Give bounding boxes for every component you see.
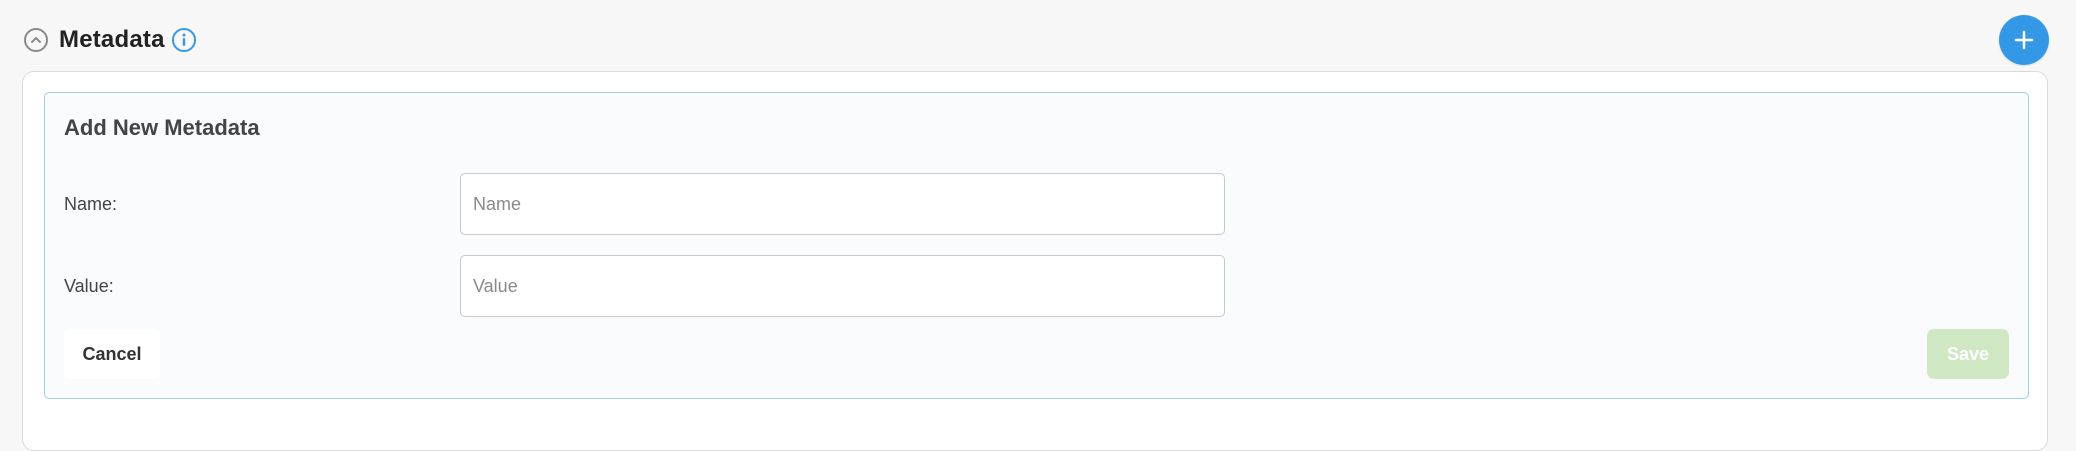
add-metadata-button[interactable] [1999, 15, 2049, 65]
value-label: Value: [64, 276, 114, 296]
section-title: Metadata [59, 26, 165, 53]
cancel-button[interactable]: Cancel [64, 329, 160, 379]
chevron-up-icon [29, 33, 43, 47]
form-title: Add New Metadata [64, 115, 260, 140]
value-input[interactable] [460, 255, 1225, 317]
name-label: Name: [64, 194, 118, 214]
section-header: Metadata [24, 24, 197, 56]
add-metadata-form: Add New Metadata Name: Value: Cancel Sav… [44, 92, 2029, 399]
name-input[interactable] [460, 173, 1225, 235]
collapse-toggle-button[interactable] [24, 28, 48, 52]
plus-icon [2013, 29, 2035, 51]
save-button[interactable]: Save [1927, 329, 2009, 379]
info-icon[interactable] [171, 27, 197, 53]
